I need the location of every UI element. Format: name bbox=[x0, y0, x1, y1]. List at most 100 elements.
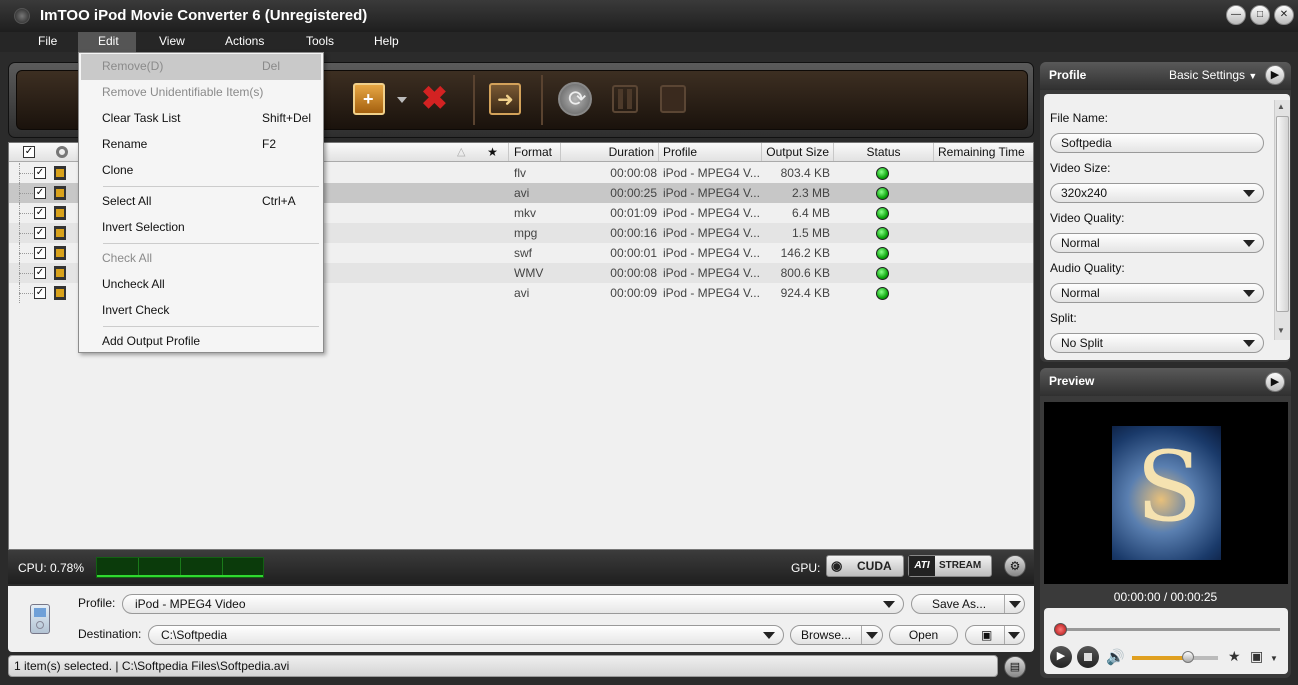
convert-button[interactable]: ⟳ bbox=[558, 82, 592, 116]
audio-quality-select[interactable]: Normal bbox=[1050, 283, 1264, 303]
header-format[interactable]: Format bbox=[510, 143, 561, 161]
header-star[interactable]: ★ bbox=[477, 143, 509, 161]
settings-scrollbar[interactable]: ▲ ▼ bbox=[1274, 100, 1290, 340]
cell-format: mpg bbox=[514, 226, 538, 240]
pause-icon bbox=[618, 89, 623, 109]
status-ready-icon bbox=[876, 187, 889, 200]
row-checkbox[interactable]: ✓ bbox=[34, 187, 46, 199]
add-output-profile-button[interactable]: ➜ bbox=[489, 83, 521, 115]
menu-item-label: Remove(D) bbox=[102, 59, 164, 73]
open-button[interactable]: Open bbox=[889, 625, 958, 645]
menu-help[interactable]: Help bbox=[364, 32, 409, 52]
play-button[interactable]: ▶ bbox=[1050, 646, 1072, 668]
cuda-logo[interactable]: ◉ CUDA bbox=[826, 555, 904, 577]
chevron-down-icon bbox=[883, 601, 895, 608]
menu-item-shortcut: Shift+Del bbox=[262, 111, 312, 125]
minimize-button[interactable]: — bbox=[1226, 5, 1246, 25]
header-remaining-time[interactable]: Remaining Time bbox=[934, 143, 1033, 161]
stop-playback-button[interactable] bbox=[1077, 646, 1099, 668]
row-checkbox[interactable]: ✓ bbox=[34, 227, 46, 239]
remove-icon[interactable]: ✖ bbox=[421, 81, 448, 115]
row-checkbox[interactable]: ✓ bbox=[34, 287, 46, 299]
row-checkbox[interactable]: ✓ bbox=[34, 267, 46, 279]
app-icon[interactable] bbox=[14, 8, 30, 24]
seek-handle[interactable] bbox=[1054, 623, 1067, 636]
scroll-down-icon[interactable]: ▼ bbox=[1277, 326, 1285, 335]
stop-button[interactable] bbox=[660, 85, 686, 113]
menu-file[interactable]: File bbox=[28, 32, 67, 52]
row-checkbox[interactable]: ✓ bbox=[34, 207, 46, 219]
log-button[interactable]: ▤ bbox=[1004, 656, 1026, 678]
refresh-icon: ⟳ bbox=[568, 86, 587, 111]
expand-panel-button[interactable]: ▶ bbox=[1265, 65, 1285, 85]
video-quality-select[interactable]: Normal bbox=[1050, 233, 1264, 253]
header-duration[interactable]: Duration bbox=[561, 143, 659, 161]
file-name-input[interactable]: Softpedia bbox=[1050, 133, 1264, 153]
tree-line bbox=[19, 233, 33, 234]
device-transfer-button[interactable]: ▣ bbox=[965, 625, 1025, 645]
close-button[interactable]: ✕ bbox=[1274, 5, 1294, 25]
video-size-select[interactable]: 320x240 bbox=[1050, 183, 1264, 203]
cell-output-size: 803.4 KB bbox=[780, 166, 830, 180]
header-status[interactable]: Status bbox=[834, 143, 934, 161]
menu-item-select-all[interactable]: Select All Ctrl+A bbox=[81, 189, 321, 215]
film-icon bbox=[54, 286, 66, 300]
basic-settings-dropdown[interactable]: Basic Settings ▼ bbox=[1169, 68, 1257, 82]
snapshot-folder-icon[interactable]: ★ bbox=[1228, 648, 1241, 665]
scrollbar-thumb[interactable] bbox=[1276, 116, 1289, 312]
chevron-down-icon[interactable]: ▼ bbox=[1270, 654, 1278, 663]
chevron-down-icon[interactable] bbox=[1008, 632, 1020, 639]
ipod-device-icon bbox=[30, 604, 50, 634]
volume-icon[interactable]: 🔊 bbox=[1106, 648, 1125, 666]
menu-view[interactable]: View bbox=[149, 32, 195, 52]
check-all-checkbox[interactable]: ✓ bbox=[23, 146, 35, 158]
pause-button[interactable] bbox=[612, 85, 638, 113]
seek-bar[interactable] bbox=[1056, 628, 1280, 631]
menu-item-rename[interactable]: Rename F2 bbox=[81, 132, 321, 158]
row-checkbox[interactable]: ✓ bbox=[34, 167, 46, 179]
gpu-settings-button[interactable]: ⚙ bbox=[1004, 555, 1026, 577]
video-size-label: Video Size: bbox=[1050, 161, 1111, 175]
add-file-button[interactable]: + bbox=[353, 83, 385, 115]
expand-preview-button[interactable]: ▶ bbox=[1265, 372, 1285, 392]
header-profile[interactable]: Profile bbox=[659, 143, 762, 161]
menu-item-clear-task-list[interactable]: Clear Task List Shift+Del bbox=[81, 106, 321, 132]
volume-slider[interactable] bbox=[1132, 651, 1218, 663]
status-bar: 1 item(s) selected. | C:\Softpedia Files… bbox=[8, 655, 998, 677]
menu-tools[interactable]: Tools bbox=[296, 32, 344, 52]
menu-item-add-output-profile[interactable]: Add Output Profile bbox=[81, 329, 321, 355]
menu-item-invert-selection[interactable]: Invert Selection bbox=[81, 215, 321, 241]
split-select[interactable]: No Split bbox=[1050, 333, 1264, 353]
disc-icon bbox=[56, 146, 68, 158]
scroll-up-icon[interactable]: ▲ bbox=[1277, 102, 1285, 111]
ati-stream-logo[interactable]: ATI STREAM bbox=[908, 555, 992, 577]
menu-item-uncheck-all[interactable]: Uncheck All bbox=[81, 272, 321, 298]
menu-separator bbox=[103, 186, 319, 187]
browse-button[interactable]: Browse... bbox=[790, 625, 883, 645]
menu-item-invert-check[interactable]: Invert Check bbox=[81, 298, 321, 324]
row-checkbox[interactable]: ✓ bbox=[34, 247, 46, 259]
menu-actions[interactable]: Actions bbox=[215, 32, 274, 52]
add-dropdown-arrow-icon[interactable] bbox=[397, 97, 407, 103]
menu-item-label: Invert Check bbox=[102, 303, 170, 317]
button-divider bbox=[1004, 595, 1005, 613]
volume-handle[interactable] bbox=[1181, 651, 1194, 663]
status-ready-icon bbox=[876, 267, 889, 280]
chevron-down-icon[interactable] bbox=[1009, 601, 1021, 608]
camera-icon[interactable]: ▣ bbox=[1250, 648, 1263, 665]
cell-duration: 00:00:09 bbox=[610, 286, 657, 300]
save-as-button[interactable]: Save As... bbox=[911, 594, 1025, 614]
chevron-down-icon[interactable] bbox=[866, 632, 878, 639]
header-output-size[interactable]: Output Size bbox=[762, 143, 834, 161]
maximize-button[interactable]: □ bbox=[1250, 5, 1270, 25]
menu-item-label: Clear Task List bbox=[102, 111, 181, 125]
profile-panel: Profile Basic Settings ▼ ▶ File Name: So… bbox=[1040, 62, 1291, 362]
menu-item-shortcut: F2 bbox=[262, 137, 277, 151]
menu-edit[interactable]: Edit bbox=[78, 32, 136, 52]
sort-icon[interactable]: △ bbox=[457, 145, 465, 158]
menu-item-clone[interactable]: Clone bbox=[81, 158, 321, 184]
profile-select[interactable]: iPod - MPEG4 Video bbox=[122, 594, 904, 614]
ipod-wheel-icon bbox=[36, 621, 44, 629]
destination-select[interactable]: C:\Softpedia bbox=[148, 625, 784, 645]
tree-line bbox=[19, 193, 33, 194]
